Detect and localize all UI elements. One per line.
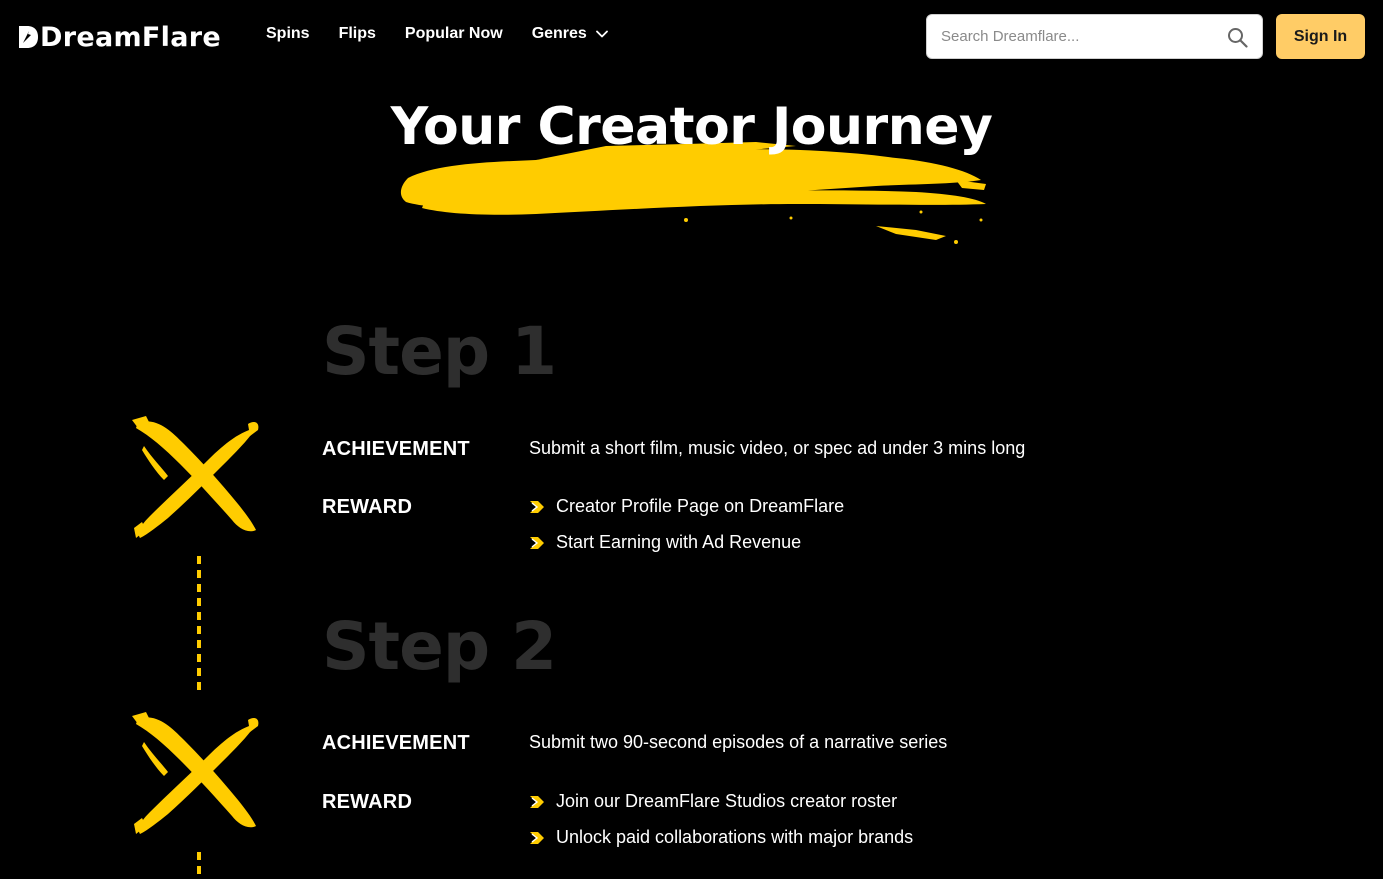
x-mark-icon [132,712,259,834]
reward-label: REWARD [322,496,413,518]
reward-item-text: Join our DreamFlare Studios creator rost… [556,791,898,811]
reward-item: Creator Profile Page on DreamFlare [529,496,844,517]
search-box [926,14,1263,59]
reward-label: REWARD [322,791,413,813]
chevron-down-icon [595,30,608,38]
reward-bullet-icon [530,500,544,513]
nav-link-genres[interactable]: Genres [532,25,608,43]
reward-item-text: Unlock paid collaborations with major br… [556,827,914,847]
reward-item-text: Start Earning with Ad Revenue [556,532,802,552]
reward-item: Unlock paid collaborations with major br… [529,827,913,848]
search-input[interactable] [941,28,1211,45]
achievement-text: Submit two 90-second episodes of a narra… [529,732,948,752]
sign-in-button[interactable]: Sign In [1276,14,1365,59]
reward-item-text: Creator Profile Page on DreamFlare [556,496,845,516]
dreamflare-logo-icon [19,26,38,48]
nav-link-flips[interactable]: Flips [339,25,376,43]
step-connector-line [197,852,201,879]
search-icon[interactable] [1227,27,1248,48]
step-heading: Step 1 [322,313,557,390]
reward-bullet-icon [530,536,544,549]
logo[interactable]: DreamFlare [17,19,221,55]
achievement-label: ACHIEVEMENT [322,438,470,460]
x-mark-icon [132,416,259,538]
step-heading: Step 2 [322,608,557,685]
reward-item: Start Earning with Ad Revenue [529,532,801,553]
nav-link-genres-label: Genres [531,25,587,42]
step-connector-line [197,556,201,690]
achievement-text: Submit a short film, music video, or spe… [529,438,1026,458]
nav-links: Spins Flips Popular Now Genres [266,25,637,43]
nav-link-popular-now[interactable]: Popular Now [405,25,503,43]
top-nav: DreamFlare Spins Flips Popular Now Genre… [0,0,1383,74]
reward-bullet-icon [530,831,544,844]
achievement-label: ACHIEVEMENT [322,732,470,754]
page-title: Your Creator Journey [390,97,993,157]
reward-item: Join our DreamFlare Studios creator rost… [529,791,897,812]
reward-bullet-icon [530,795,544,808]
logo-text: DreamFlare [40,21,221,53]
nav-link-spins[interactable]: Spins [266,25,310,43]
